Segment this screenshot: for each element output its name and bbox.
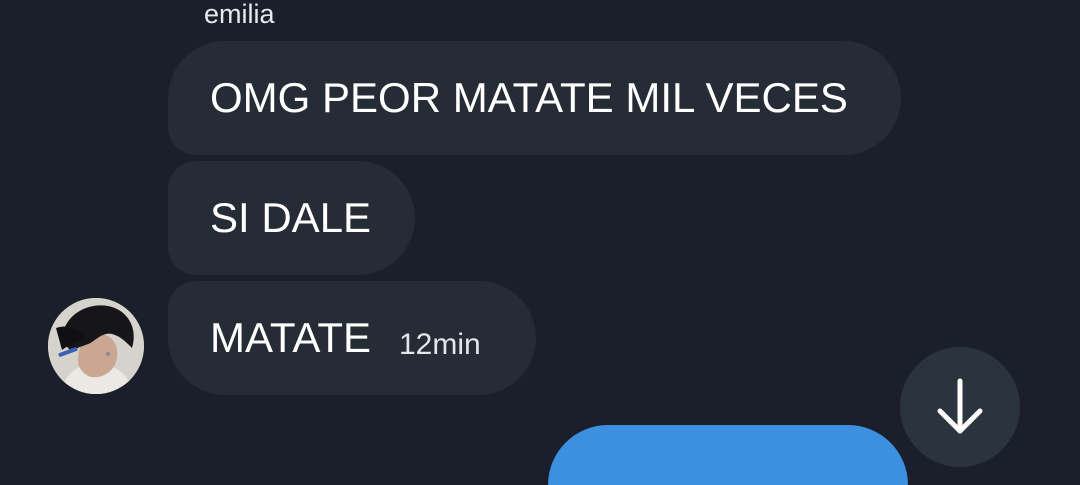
message-text: OMG PEOR MATATE MIL VECES <box>210 74 848 121</box>
sender-name: emilia <box>204 0 275 29</box>
outgoing-message-bubble[interactable] <box>548 425 908 485</box>
sender-avatar[interactable] <box>48 298 144 394</box>
message-bubble[interactable]: SI DALE <box>168 161 415 275</box>
message-timestamp: 12min <box>399 328 481 361</box>
message-bubble[interactable]: OMG PEOR MATATE MIL VECES <box>168 41 901 155</box>
arrow-down-icon <box>937 378 983 434</box>
message-text: SI DALE <box>210 194 372 241</box>
profile-photo-icon <box>48 298 144 394</box>
message-bubble[interactable]: MATATE 12min <box>168 281 536 395</box>
scroll-to-bottom-button[interactable] <box>900 347 1020 467</box>
message-text: MATATE <box>210 314 371 361</box>
